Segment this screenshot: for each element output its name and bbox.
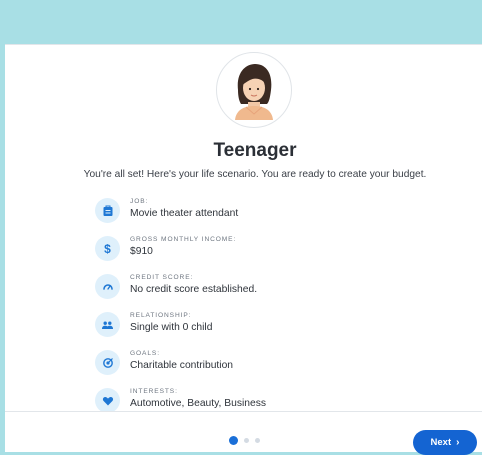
- chevron-right-icon: ›: [456, 436, 460, 448]
- page-title: Teenager: [213, 140, 297, 161]
- next-button-label: Next: [430, 437, 452, 448]
- teenage-girl-avatar-icon: [235, 64, 273, 120]
- heart-icon: [95, 388, 120, 413]
- briefcase-icon: [95, 198, 120, 223]
- detail-value: $910: [130, 246, 153, 257]
- detail-credit-score: CREDIT SCORE: No credit score establishe…: [95, 271, 455, 309]
- detail-goals: GOALS: Charitable contribution: [95, 347, 455, 385]
- pagination-dot-2[interactable]: [244, 438, 249, 443]
- detail-label: GOALS:: [130, 350, 160, 357]
- detail-label: GROSS MONTHLY INCOME:: [130, 236, 237, 243]
- page-subtitle: You're all set! Here's your life scenari…: [83, 169, 427, 180]
- scenario-details: JOB: Movie theater attendant $ GROSS MON…: [95, 195, 455, 423]
- people-icon: [95, 312, 120, 337]
- detail-label: JOB:: [130, 198, 149, 205]
- detail-relationship: RELATIONSHIP: Single with 0 child: [95, 309, 455, 347]
- detail-job: JOB: Movie theater attendant: [95, 195, 455, 233]
- detail-value: Single with 0 child: [130, 322, 213, 333]
- next-button[interactable]: Next ›: [413, 430, 477, 455]
- detail-label: CREDIT SCORE:: [130, 274, 194, 281]
- scenario-card: Teenager You're all set! Here's your lif…: [5, 44, 482, 455]
- detail-value: No credit score established.: [130, 284, 258, 295]
- avatar: [216, 52, 292, 128]
- detail-label: INTERESTS:: [130, 388, 178, 395]
- detail-value: Movie theater attendant: [130, 208, 239, 219]
- detail-value: Charitable contribution: [130, 360, 234, 371]
- detail-value: Automotive, Beauty, Business: [130, 398, 267, 409]
- footer-bar: Next ›: [5, 411, 482, 455]
- pagination-dots: [229, 436, 260, 445]
- dollar-icon: $: [95, 236, 120, 261]
- gauge-icon: [95, 274, 120, 299]
- detail-label: RELATIONSHIP:: [130, 312, 192, 319]
- pagination-dot-1[interactable]: [229, 436, 238, 445]
- target-icon: [95, 350, 120, 375]
- pagination-dot-3[interactable]: [255, 438, 260, 443]
- detail-income: $ GROSS MONTHLY INCOME: $910: [95, 233, 455, 271]
